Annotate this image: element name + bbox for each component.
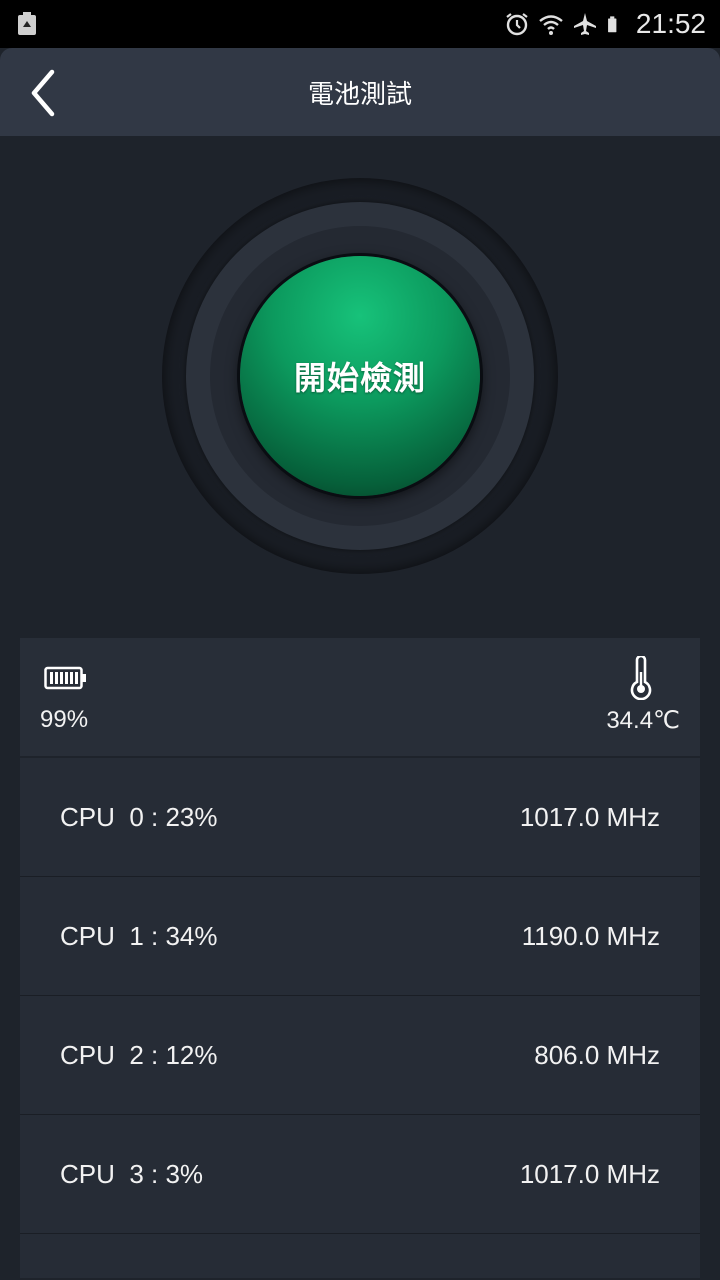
- battery-percentage: 99%: [40, 706, 89, 733]
- alarm-icon: [506, 13, 528, 36]
- cpu-frequency: 1017.0 MHz: [519, 1159, 660, 1189]
- cpu-frequency: 1190.0 MHz: [521, 921, 660, 951]
- cpu-usage-label: CPU 1 : 34%: [60, 921, 218, 951]
- battery-icon: [607, 16, 617, 33]
- airplane-icon: [573, 13, 596, 35]
- status-bar: 21:52: [0, 0, 720, 48]
- cpu-row: CPU 2 : 12% 806.0 MHz: [20, 996, 700, 1115]
- temperature-value: 34.4℃: [606, 707, 680, 734]
- cpu-row: CPU 1 : 34% 1190.0 MHz: [20, 877, 700, 996]
- battery-level-icon: [44, 666, 86, 690]
- wifi-icon: [539, 15, 563, 35]
- status-icons: 21:52: [504, 6, 706, 42]
- cpu-row: CPU 0 : 23% 1017.0 MHz: [20, 758, 700, 877]
- cpu-row-partial: [20, 1234, 700, 1278]
- cpu-row: CPU 3 : 3% 1017.0 MHz: [20, 1115, 700, 1234]
- cpu-usage-label: CPU 0 : 23%: [60, 802, 218, 832]
- page-title: 電池測試: [307, 80, 412, 110]
- cpu-frequency: 1017.0 MHz: [519, 802, 660, 832]
- start-test-button[interactable]: 開始檢測: [240, 256, 480, 496]
- cpu-usage-label: CPU 3 : 3%: [60, 1159, 204, 1189]
- app-bar: 電池測試: [0, 48, 720, 136]
- cpu-frequency: 806.0 MHz: [534, 1040, 660, 1070]
- cpu-usage-label: CPU 2 : 12%: [60, 1040, 218, 1070]
- recycle-icon: [18, 12, 36, 35]
- cpu-list: CPU 0 : 23% 1017.0 MHz CPU 1 : 34% 1190.…: [20, 758, 700, 1278]
- clock: 21:52: [635, 8, 706, 39]
- thermometer-icon: [630, 656, 652, 700]
- battery-info-panel: 99% 34.4℃: [20, 638, 700, 756]
- start-test-label: 開始檢測: [293, 359, 426, 397]
